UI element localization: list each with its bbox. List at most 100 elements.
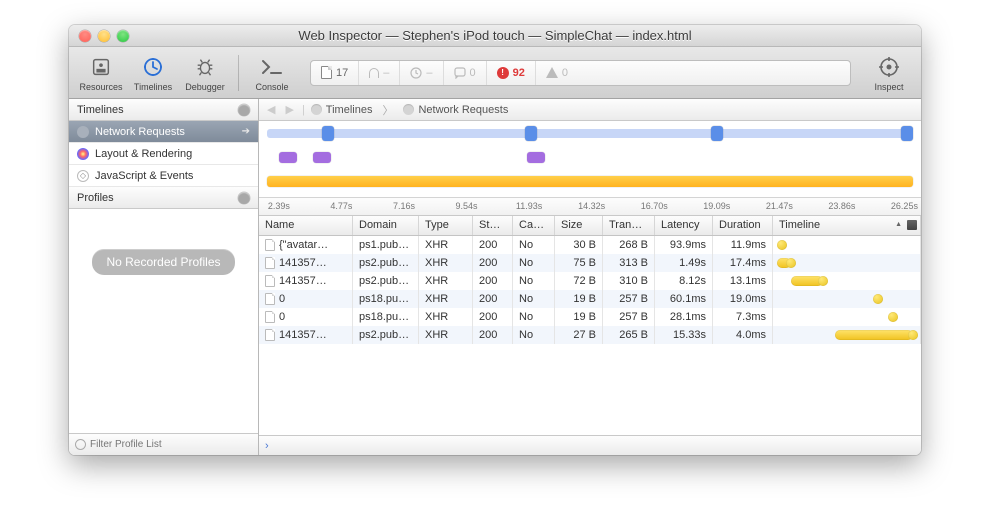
cell-latency: 1.49s — [655, 254, 713, 272]
timeline-overview[interactable] — [259, 121, 921, 198]
cell-name: 141357… — [259, 326, 353, 344]
lock-icon — [369, 68, 379, 78]
breadcrumb-network[interactable]: Network Requests — [403, 104, 508, 116]
col-domain[interactable]: Domain — [353, 216, 419, 235]
dashboard-time[interactable]: – — [400, 61, 443, 85]
sidebar-item-layout[interactable]: Layout & Rendering — [69, 143, 258, 165]
col-size[interactable]: Size — [555, 216, 603, 235]
time-ruler[interactable]: 2.39s4.77s7.16s9.54s11.93s14.32s16.70s19… — [259, 198, 921, 216]
ruler-tick: 21.47s — [766, 201, 793, 211]
cell-timeline — [773, 272, 921, 290]
stopwatch-icon — [311, 104, 322, 115]
cell-domain: ps18.pu… — [353, 308, 419, 326]
error-count: 92 — [513, 67, 525, 79]
table-row[interactable]: 0ps18.pu…XHR200No19 B257 B28.1ms7.3ms — [259, 308, 921, 326]
error-icon: ! — [497, 67, 509, 79]
sidebar-item-label: Network Requests — [95, 126, 185, 138]
file-icon — [265, 329, 275, 341]
debugger-tab[interactable]: Debugger — [179, 49, 231, 97]
col-latency[interactable]: Latency — [655, 216, 713, 235]
col-timeline[interactable]: Timeline — [773, 216, 921, 235]
cell-domain: ps18.pu… — [353, 290, 419, 308]
cell-timeline — [773, 236, 921, 254]
cell-timeline — [773, 308, 921, 326]
cell-latency: 28.1ms — [655, 308, 713, 326]
console-label: Console — [255, 82, 288, 92]
inspect-button[interactable]: Inspect — [863, 49, 915, 97]
cell-size: 75 B — [555, 254, 603, 272]
dashboard-resources[interactable]: 17 — [311, 61, 359, 85]
inspector-window: Web Inspector — Stephen's iPod touch — S… — [69, 25, 921, 455]
dash-dash: – — [383, 67, 389, 79]
table-row[interactable]: 0ps18.pu…XHR200No19 B257 B60.1ms19.0ms — [259, 290, 921, 308]
back-button[interactable]: ◀ — [265, 103, 277, 116]
inspect-label: Inspect — [874, 82, 903, 92]
cell-transferred: 265 B — [603, 326, 655, 344]
cell-timeline — [773, 326, 921, 344]
col-cached[interactable]: Cac… — [513, 216, 555, 235]
cell-duration: 13.1ms — [713, 272, 773, 290]
cell-size: 72 B — [555, 272, 603, 290]
table-row[interactable]: {"avatar…ps1.pub…XHR200No30 B268 B93.9ms… — [259, 236, 921, 254]
sidebar-item-label: Layout & Rendering — [95, 148, 192, 160]
filter-input[interactable] — [90, 439, 252, 450]
file-icon — [265, 239, 275, 251]
dashboard-warnings[interactable]: 0 — [536, 61, 578, 85]
sidebar-item-network[interactable]: Network Requests ➔ — [69, 121, 258, 143]
col-status[interactable]: Sta… — [473, 216, 513, 235]
cell-duration: 17.4ms — [713, 254, 773, 272]
sidebar-item-javascript[interactable]: ◇ JavaScript & Events — [69, 165, 258, 187]
no-profiles-badge: No Recorded Profiles — [92, 249, 234, 275]
goto-icon[interactable]: ➔ — [242, 126, 250, 137]
timelines-icon — [140, 54, 166, 80]
col-name[interactable]: Name — [259, 216, 353, 235]
resources-tab[interactable]: Resources — [75, 49, 127, 97]
dashboard-security[interactable]: – — [359, 61, 400, 85]
col-duration[interactable]: Duration — [713, 216, 773, 235]
window-title: Web Inspector — Stephen's iPod touch — S… — [69, 28, 921, 43]
dashboard-logs[interactable]: 0 — [444, 61, 487, 85]
cell-duration: 7.3ms — [713, 308, 773, 326]
console-prompt-icon[interactable]: › — [265, 440, 269, 452]
cell-latency: 60.1ms — [655, 290, 713, 308]
file-icon — [265, 293, 275, 305]
close-button[interactable] — [79, 30, 91, 42]
sidebar-footer — [69, 433, 258, 455]
ruler-tick: 9.54s — [456, 201, 478, 211]
file-icon — [265, 257, 275, 269]
network-icon — [77, 126, 89, 138]
cell-duration: 4.0ms — [713, 326, 773, 344]
console-tab[interactable]: Console — [246, 49, 298, 97]
ruler-tick: 16.70s — [641, 201, 668, 211]
log-icon — [454, 67, 466, 79]
warning-icon — [546, 67, 558, 78]
dashboard-errors[interactable]: ! 92 — [487, 61, 536, 85]
debugger-icon — [192, 54, 218, 80]
javascript-icon: ◇ — [77, 170, 89, 182]
cell-transferred: 310 B — [603, 272, 655, 290]
breadcrumb-timelines[interactable]: Timelines — [311, 104, 373, 116]
record-button[interactable] — [238, 104, 250, 116]
toolbar-separator — [238, 55, 239, 91]
titlebar: Web Inspector — Stephen's iPod touch — S… — [69, 25, 921, 47]
cell-type: XHR — [419, 272, 473, 290]
forward-button[interactable]: ▶ — [283, 103, 295, 116]
cell-status: 200 — [473, 254, 513, 272]
col-type[interactable]: Type — [419, 216, 473, 235]
cell-transferred: 313 B — [603, 254, 655, 272]
sidebar-timelines-heading: Timelines — [69, 99, 258, 121]
sidebar: Timelines Network Requests ➔ Layout & Re… — [69, 99, 259, 455]
cell-size: 30 B — [555, 236, 603, 254]
table-row[interactable]: 141357…ps2.pub…XHR200No27 B265 B15.33s4.… — [259, 326, 921, 344]
minimize-button[interactable] — [98, 30, 110, 42]
cell-duration: 11.9ms — [713, 236, 773, 254]
record-profile-button[interactable] — [238, 192, 250, 204]
timelines-tab[interactable]: Timelines — [127, 49, 179, 97]
table-row[interactable]: 141357…ps2.pub…XHR200No75 B313 B1.49s17.… — [259, 254, 921, 272]
zoom-button[interactable] — [117, 30, 129, 42]
datagrid-body[interactable]: {"avatar…ps1.pub…XHR200No30 B268 B93.9ms… — [259, 236, 921, 435]
col-transferred[interactable]: Tran… — [603, 216, 655, 235]
debugger-label: Debugger — [185, 82, 225, 92]
column-options-icon[interactable] — [907, 220, 917, 230]
table-row[interactable]: 141357…ps2.pub…XHR200No72 B310 B8.12s13.… — [259, 272, 921, 290]
